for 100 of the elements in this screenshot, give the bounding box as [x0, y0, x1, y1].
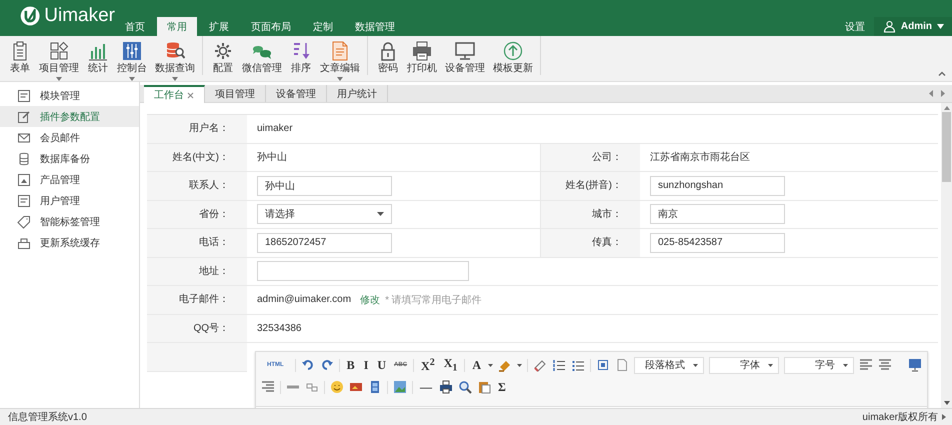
sidebar-item[interactable]: 产品管理: [0, 169, 139, 190]
page-tab[interactable]: 工作台: [144, 85, 205, 103]
nav-tab[interactable]: 数据管理: [345, 17, 405, 36]
format-button[interactable]: —: [418, 380, 434, 394]
toolbar-button[interactable]: 排序: [287, 40, 315, 75]
toolbar-button[interactable]: 统计: [84, 40, 112, 75]
toolbar-button[interactable]: 配置: [209, 40, 237, 75]
image-icon[interactable]: [349, 380, 363, 394]
scroll-down-icon[interactable]: [944, 401, 950, 405]
input-field[interactable]: sunzhongshan: [650, 176, 785, 196]
window-icon: [17, 194, 31, 208]
sliders-icon: [122, 41, 142, 61]
expand-icon[interactable]: [942, 414, 946, 420]
align-center-icon[interactable]: [878, 358, 892, 372]
sidebar-item[interactable]: 更新系统缓存: [0, 232, 139, 253]
collapse-icon[interactable]: [938, 71, 946, 76]
sidebar-item[interactable]: 用户管理: [0, 190, 139, 211]
toolbar-button[interactable]: 文章编辑: [317, 40, 363, 81]
bullet-list-icon[interactable]: [571, 358, 586, 372]
toolbar-button[interactable]: 模板更新: [490, 40, 536, 75]
caret-icon: [377, 212, 384, 216]
toolbar-button[interactable]: 控制台: [114, 40, 150, 81]
smiley-icon[interactable]: [330, 380, 344, 394]
scrollbar-thumb[interactable]: [942, 112, 951, 182]
printer-icon[interactable]: [439, 380, 453, 394]
toolbar-button[interactable]: 设备管理: [442, 40, 488, 75]
input-field[interactable]: 孙中山: [257, 176, 392, 196]
sidebar-item[interactable]: 插件参数配置: [0, 106, 139, 127]
format-button[interactable]: U: [375, 358, 388, 372]
format-button[interactable]: Σ: [496, 380, 508, 394]
toolbar-button[interactable]: 微信管理: [239, 40, 285, 75]
page-tab[interactable]: 项目管理: [205, 85, 266, 102]
sidebar-item[interactable]: 数据库备份: [0, 148, 139, 169]
sidebar-item[interactable]: 会员邮件: [0, 127, 139, 148]
monitor-icon[interactable]: [908, 358, 922, 372]
toolbar-button[interactable]: 数据查询: [152, 40, 198, 81]
caret-icon: [172, 77, 178, 81]
user-icon: [882, 20, 896, 33]
close-icon[interactable]: [187, 92, 194, 98]
zoom-icon[interactable]: [458, 380, 472, 394]
numbered-list-icon[interactable]: [552, 358, 566, 372]
format-button[interactable]: X$^{2}$: [419, 356, 437, 374]
nav-tab[interactable]: 常用: [157, 17, 197, 36]
format-button[interactable]: A: [470, 358, 484, 372]
eraser-icon[interactable]: [533, 358, 548, 372]
picture-icon[interactable]: [393, 380, 407, 394]
dropdown[interactable]: 字体: [709, 356, 780, 374]
settings-link[interactable]: 设置: [836, 17, 874, 36]
field-value: admin@uimaker.com: [257, 294, 352, 306]
align-left-icon[interactable]: [859, 358, 874, 372]
toolbar-button[interactable]: 密码: [374, 40, 402, 75]
sidebar-item[interactable]: 智能标签管理: [0, 211, 139, 232]
nav-tab[interactable]: 扩展: [199, 17, 239, 36]
label-cell: 姓名(中文)：: [147, 144, 247, 172]
edit-link[interactable]: 修改: [360, 292, 380, 307]
sidebar-item[interactable]: 模块管理: [0, 85, 139, 106]
shapes-icon: [49, 41, 69, 61]
user-menu[interactable]: Admin: [874, 17, 952, 36]
toolbar-button[interactable]: 打印机: [404, 40, 440, 75]
page-tab[interactable]: 用户统计: [327, 85, 388, 102]
select-field[interactable]: 请选择: [257, 204, 392, 224]
undo-icon[interactable]: [300, 358, 315, 372]
nav-tab[interactable]: 首页: [115, 17, 155, 36]
caret-icon: [337, 77, 343, 81]
dropdown[interactable]: 字号: [784, 356, 854, 374]
nav-tab[interactable]: 页面布局: [241, 17, 301, 36]
nav-tab[interactable]: 定制: [303, 17, 343, 36]
scrollbar[interactable]: [941, 103, 952, 408]
text-box-icon[interactable]: [596, 358, 610, 372]
upload-circle-icon: [503, 41, 523, 61]
scroll-right-icon[interactable]: [940, 90, 945, 97]
align-right-icon[interactable]: [261, 380, 275, 394]
toolbar-button[interactable]: 项目管理: [36, 40, 82, 81]
field-value: 孙中山: [257, 150, 287, 164]
film-icon[interactable]: [368, 380, 382, 394]
scroll-left-icon[interactable]: [929, 90, 934, 97]
caret-icon[interactable]: [517, 364, 522, 366]
format-button[interactable]: I: [362, 358, 370, 372]
label-cell: 城市：: [540, 200, 640, 229]
page-tab[interactable]: 设备管理: [266, 85, 327, 102]
envelope-icon: [17, 130, 31, 144]
input-field[interactable]: [257, 261, 469, 282]
user-name: Admin: [900, 21, 932, 32]
sort-icon: [291, 41, 311, 61]
label-cell: 公司：: [540, 144, 640, 172]
picture-icon: [17, 172, 31, 186]
format-button[interactable]: X$_{1}$: [442, 356, 460, 374]
highlight-icon[interactable]: [498, 358, 512, 372]
format-button[interactable]: B: [344, 358, 357, 372]
paste-icon[interactable]: [477, 380, 491, 394]
scroll-up-icon[interactable]: [944, 106, 950, 110]
label-cell: 联系人：: [147, 172, 247, 200]
dropdown[interactable]: 段落格式: [634, 356, 704, 374]
page-icon[interactable]: [615, 358, 630, 372]
caret-icon[interactable]: [488, 364, 494, 366]
input-field[interactable]: 18652072457: [257, 232, 392, 253]
toolbar-button[interactable]: 表单: [6, 40, 34, 75]
redo-icon[interactable]: [320, 358, 334, 372]
input-field[interactable]: 025-85423587: [650, 232, 785, 253]
input-field[interactable]: 南京: [650, 204, 785, 224]
